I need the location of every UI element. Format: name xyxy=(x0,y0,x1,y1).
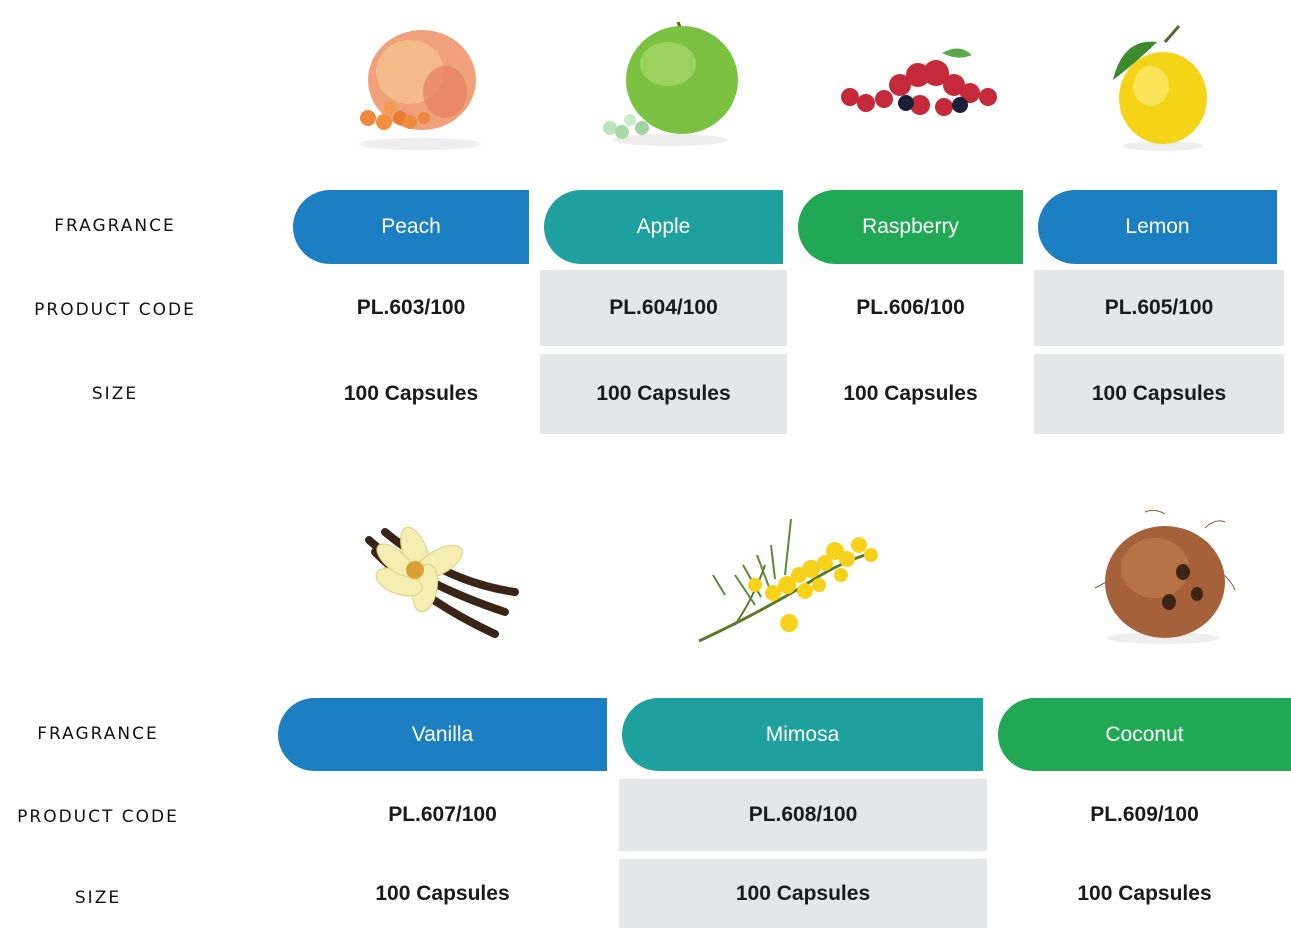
size-apple: 100 Capsules xyxy=(540,354,787,434)
raspberry-image xyxy=(841,48,997,116)
size-raspberry: 100 Capsules xyxy=(843,382,978,405)
size-peach: 100 Capsules xyxy=(343,382,479,405)
size-label: SIZE xyxy=(91,384,139,404)
fragrance-label: FRAGRANCE xyxy=(54,216,176,236)
fragrance-label: FRAGRANCE xyxy=(37,724,159,744)
product-code-label: PRODUCT CODE xyxy=(17,807,179,827)
code-coconut: PL.609/100 xyxy=(1090,803,1199,826)
size-label: SIZE xyxy=(74,888,122,908)
code-raspberry: PL.606/100 xyxy=(856,296,965,319)
fragrance-peach: Peach xyxy=(293,190,529,264)
vanilla-image xyxy=(365,526,519,638)
code-lemon: PL.605/100 xyxy=(1034,270,1284,346)
apple-image xyxy=(603,21,738,146)
size-vanilla: 100 Capsules xyxy=(375,881,510,905)
fragrance-raspberry: Raspberry xyxy=(798,190,1023,264)
size-mimosa: 100 Capsules xyxy=(619,859,987,928)
size-lemon: 100 Capsules xyxy=(1034,354,1284,434)
coconut-image xyxy=(1094,509,1236,644)
fragrance-lemon: Lemon xyxy=(1038,190,1277,264)
lemon-image xyxy=(1113,25,1207,151)
code-apple: PL.604/100 xyxy=(540,270,787,346)
fragrance-vanilla: Vanilla xyxy=(278,698,607,771)
fragrance-apple: Apple xyxy=(544,190,783,264)
mimosa-image xyxy=(698,518,878,643)
peach-image xyxy=(358,30,482,150)
size-coconut: 100 Capsules xyxy=(1077,881,1212,905)
fragrance-coconut: Coconut xyxy=(998,698,1291,771)
code-vanilla: PL.607/100 xyxy=(388,803,497,826)
product-code-label: PRODUCT CODE xyxy=(34,300,196,320)
code-mimosa: PL.608/100 xyxy=(619,779,987,851)
code-peach: PL.603/100 xyxy=(356,296,466,319)
fragrance-mimosa: Mimosa xyxy=(622,698,983,771)
